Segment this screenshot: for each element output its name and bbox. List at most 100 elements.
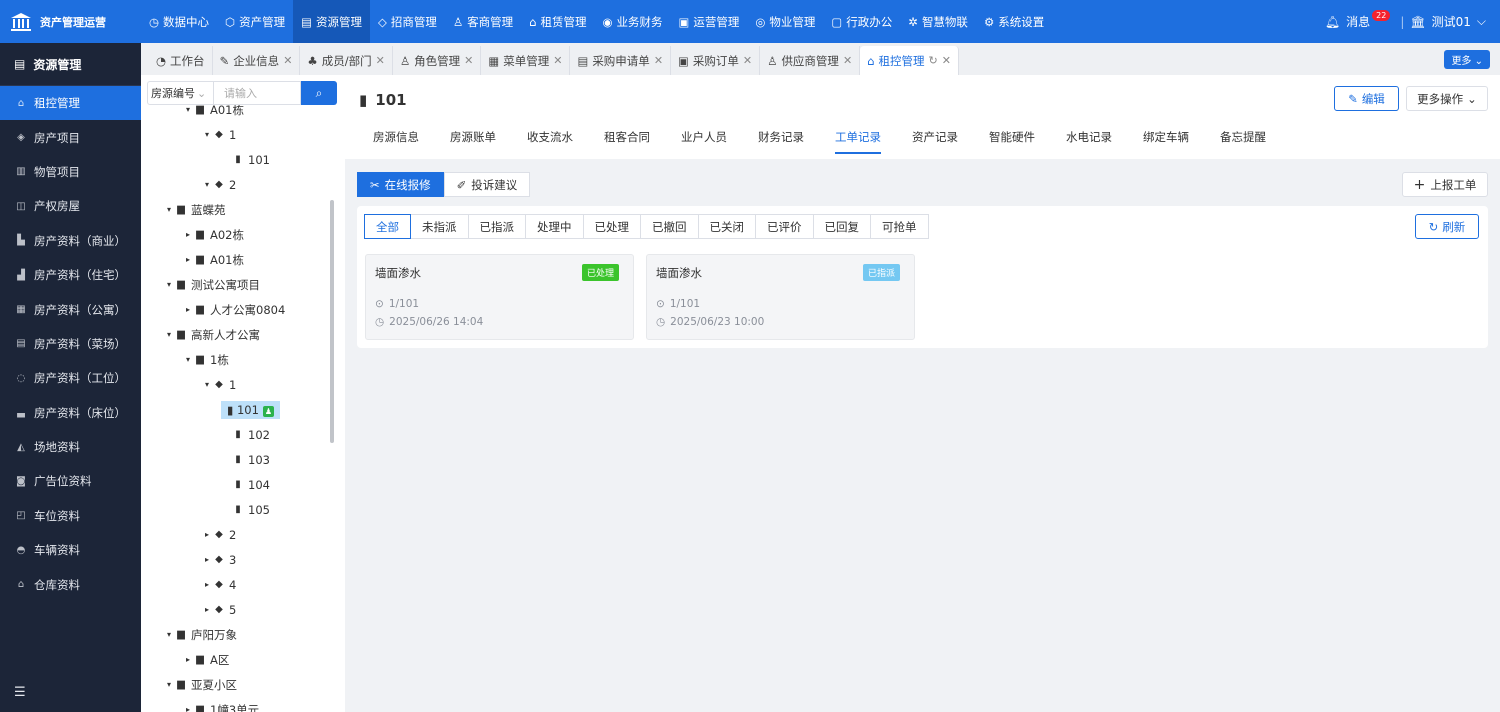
tree-node[interactable]: ▸ ◆ 5 [141, 597, 345, 622]
tab[interactable]: ♣ 成员/部门 ✕ [300, 46, 393, 75]
sidebar-item[interactable]: ▟ 房产资料（住宅） [0, 258, 141, 292]
tree-node[interactable]: ▮ 103 [141, 447, 345, 472]
topnav-item[interactable]: ▤ 资源管理 [293, 0, 370, 43]
more-operations-button[interactable]: 更多操作 ⌄ [1406, 86, 1488, 111]
online-repair-tab[interactable]: ✂ 在线报修 [357, 172, 444, 197]
edit-button[interactable]: ✎ 编辑 [1334, 86, 1399, 111]
tree-node[interactable]: ▾ ▆ 庐阳万象 [141, 622, 345, 647]
tab[interactable]: ⌂ 租控管理 ↻ ✕ [860, 46, 959, 75]
workorder-item[interactable]: 墙面渗水 已处理 ⊙ 1/101 ◷ 2025/06/26 14:04 [365, 254, 634, 340]
topnav-item[interactable]: ◉ 业务财务 [594, 0, 670, 43]
sidebar-item[interactable]: ▤ 房产资料（菜场） [0, 327, 141, 361]
expand-arrow-icon[interactable]: ▸ [202, 530, 212, 539]
tree-node[interactable]: ▸ ◆ 3 [141, 547, 345, 572]
sidebar-item[interactable]: ⌂ 租控管理 [0, 86, 141, 121]
close-icon[interactable]: ✕ [553, 54, 562, 67]
search-type-select[interactable]: 房源编号 ⌄ [147, 81, 214, 105]
tree-node[interactable]: ▮ 104 [141, 472, 345, 497]
sidebar-item[interactable]: ◈ 房产项目 [0, 120, 141, 154]
subtab[interactable]: 财务记录 [758, 129, 804, 154]
tree-node[interactable]: ▸ ▆ A02栋 [141, 222, 345, 247]
close-icon[interactable]: ✕ [843, 54, 852, 67]
topnav-item[interactable]: ◇ 招商管理 [370, 0, 445, 43]
tree-node[interactable]: ▾ ◆ 2 [141, 172, 345, 197]
close-icon[interactable]: ✕ [654, 54, 663, 67]
tab[interactable]: ▣ 采购订单 ✕ [671, 46, 761, 75]
tab[interactable]: ✎ 企业信息 ✕ [213, 46, 301, 75]
expand-arrow-icon[interactable]: ▾ [202, 130, 212, 139]
tab[interactable]: ♙ 供应商管理 ✕ [760, 46, 861, 75]
subtab[interactable]: 租客合同 [604, 129, 650, 154]
tree-node[interactable]: ▮ 101 [141, 147, 345, 172]
filter-button[interactable]: 已处理 [582, 214, 641, 239]
tree-node[interactable]: ▸ ▆ 人才公寓0804 [141, 297, 345, 322]
tree-scrollbar[interactable] [330, 200, 334, 443]
close-icon[interactable]: ✕ [464, 54, 473, 67]
subtab[interactable]: 资产记录 [912, 129, 958, 154]
filter-button[interactable]: 已关闭 [697, 214, 756, 239]
filter-button[interactable]: 全部 [364, 214, 411, 239]
expand-arrow-icon[interactable]: ▾ [183, 355, 193, 364]
tree-node[interactable]: ▸ ▆ A01栋 [141, 247, 345, 272]
sidebar-item[interactable]: ▦ 房产资料（公寓） [0, 292, 141, 326]
tree-node[interactable]: ▾ ▆ 1栋 [141, 347, 345, 372]
tree-node[interactable]: ▮ 105 [141, 497, 345, 522]
sidebar-item[interactable]: ▥ 物管项目 [0, 155, 141, 189]
topnav-item[interactable]: ⬡ 资产管理 [217, 0, 293, 43]
user-menu[interactable]: 测试01 [1432, 13, 1471, 30]
expand-arrow-icon[interactable]: ▾ [183, 105, 193, 114]
sidebar-item[interactable]: ◭ 场地资料 [0, 430, 141, 464]
tree-node[interactable]: ▾ ▆ 蓝蝶苑 [141, 197, 345, 222]
subtab[interactable]: 房源账单 [450, 129, 496, 154]
filter-button[interactable]: 已评价 [755, 214, 814, 239]
sidebar-item[interactable]: ◙ 广告位资料 [0, 464, 141, 498]
subtab[interactable]: 水电记录 [1066, 129, 1112, 154]
tree-node[interactable]: ▾ ◆ 1 [141, 372, 345, 397]
workorder-item[interactable]: 墙面渗水 已指派 ⊙ 1/101 ◷ 2025/06/23 10:00 [646, 254, 915, 340]
topnav-item[interactable]: ◷ 数据中心 [141, 0, 217, 43]
bell-icon[interactable]: 🔔︎ [1325, 15, 1340, 29]
tab[interactable]: ◔ 工作台 [149, 46, 213, 75]
complaint-tab[interactable]: ✐ 投诉建议 [443, 172, 531, 197]
search-input[interactable]: 请输入 [214, 81, 301, 105]
tree-node[interactable]: ▾ ▆ 亚夏小区 [141, 672, 345, 697]
messages-link[interactable]: 消息 [1346, 13, 1370, 30]
expand-arrow-icon[interactable]: ▾ [164, 680, 174, 689]
tree-node[interactable]: ▾ ◆ 1 [141, 122, 345, 147]
expand-arrow-icon[interactable]: ▾ [164, 330, 174, 339]
collapse-menu-icon[interactable]: ☰ [14, 685, 26, 700]
filter-button[interactable]: 已撤回 [640, 214, 699, 239]
filter-button[interactable]: 已指派 [467, 214, 526, 239]
tree-node[interactable]: ▮ 101 ♟ [141, 397, 345, 422]
expand-arrow-icon[interactable]: ▸ [183, 655, 193, 664]
topnav-item[interactable]: ◎ 物业管理 [747, 0, 823, 43]
filter-button[interactable]: 已回复 [812, 214, 871, 239]
tree-node[interactable]: ▸ ▆ 1幢3单元 [141, 697, 345, 712]
close-icon[interactable]: ✕ [376, 54, 385, 67]
topnav-item[interactable]: ♙ 客商管理 [445, 0, 521, 43]
tree-node[interactable]: ▸ ◆ 2 [141, 522, 345, 547]
topnav-item[interactable]: ▣ 运营管理 [671, 0, 748, 43]
filter-button[interactable]: 处理中 [525, 214, 584, 239]
report-workorder-button[interactable]: + 上报工单 [1402, 172, 1488, 197]
expand-arrow-icon[interactable]: ▾ [202, 180, 212, 189]
chevron-down-icon[interactable]: ⌵ [1477, 14, 1486, 29]
subtab[interactable]: 绑定车辆 [1143, 129, 1189, 154]
subtab[interactable]: 备忘提醒 [1220, 129, 1266, 154]
expand-arrow-icon[interactable]: ▾ [164, 205, 174, 214]
expand-arrow-icon[interactable]: ▸ [183, 255, 193, 264]
reload-icon[interactable]: ↻ [928, 54, 937, 67]
expand-arrow-icon[interactable]: ▸ [202, 605, 212, 614]
expand-arrow-icon[interactable]: ▸ [202, 580, 212, 589]
topnav-item[interactable]: ✲ 智慧物联 [900, 0, 976, 43]
search-button[interactable]: ⌕ [301, 81, 337, 105]
tree-node[interactable]: ▸ ◆ 4 [141, 572, 345, 597]
expand-arrow-icon[interactable]: ▸ [183, 705, 193, 712]
close-icon[interactable]: ✕ [942, 54, 951, 67]
topnav-item[interactable]: ▢ 行政办公 [823, 0, 900, 43]
tree-node[interactable]: ▸ ▆ A区 [141, 647, 345, 672]
sidebar-item[interactable]: ◓ 车辆资料 [0, 533, 141, 567]
topnav-item[interactable]: ⚙ 系统设置 [976, 0, 1052, 43]
sidebar-item[interactable]: ◌ 房产资料（工位） [0, 361, 141, 395]
tab[interactable]: ♙ 角色管理 ✕ [393, 46, 482, 75]
